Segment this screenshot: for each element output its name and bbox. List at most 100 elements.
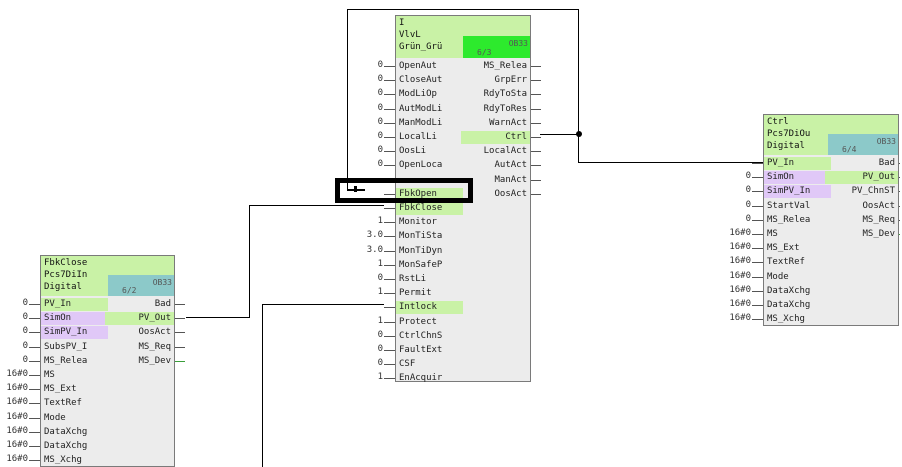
input-pin-ms[interactable]: MS: [41, 369, 108, 382]
input-pin-openaut[interactable]: OpenAut: [396, 60, 463, 73]
input-pin-value[interactable]: 16#0: [718, 298, 751, 311]
input-pin-value[interactable]: 0: [350, 116, 383, 129]
input-pin-mode[interactable]: Mode: [764, 271, 831, 284]
input-pin-value[interactable]: 16#0: [718, 255, 751, 268]
input-pin-mode[interactable]: Mode: [41, 412, 108, 425]
input-pin-value[interactable]: 0: [350, 144, 383, 157]
input-pin-simpv-in[interactable]: SimPV_In: [41, 326, 108, 340]
input-pin-value[interactable]: 16#0: [0, 453, 28, 466]
input-pin-value[interactable]: 0: [350, 272, 383, 285]
output-pin-localact[interactable]: LocalAct: [461, 145, 530, 158]
input-pin-value[interactable]: 0: [0, 325, 28, 338]
input-pin-dataxchg[interactable]: DataXchg: [41, 440, 108, 453]
input-pin-textref[interactable]: TextRef: [764, 256, 831, 269]
input-pin-value[interactable]: 16#0: [718, 312, 751, 325]
input-pin-ms-relea[interactable]: MS_Relea: [41, 355, 108, 368]
input-pin-value[interactable]: 0: [350, 343, 383, 356]
output-pin-pv-out[interactable]: PV_Out: [105, 312, 174, 326]
output-pin-bad[interactable]: Bad: [825, 157, 898, 170]
input-pin-value[interactable]: 0: [350, 357, 383, 370]
input-pin-value[interactable]: 1: [350, 286, 383, 299]
input-pin-simpv-in[interactable]: SimPV_In: [764, 185, 831, 199]
input-pin-value[interactable]: 1: [350, 371, 383, 384]
output-pin-pv-out[interactable]: PV_Out: [825, 171, 898, 185]
input-pin-closeaut[interactable]: CloseAut: [396, 74, 463, 87]
input-pin-value[interactable]: 16#0: [718, 241, 751, 254]
input-pin-rstli[interactable]: RstLi: [396, 273, 463, 286]
input-pin-openloca[interactable]: OpenLoca: [396, 159, 463, 172]
output-pin-autact[interactable]: AutAct: [461, 159, 530, 172]
input-pin-value[interactable]: 1: [350, 215, 383, 228]
input-pin-textref[interactable]: TextRef: [41, 397, 108, 410]
input-pin-pv-in[interactable]: PV_In: [41, 298, 108, 311]
output-pin-oosact[interactable]: OosAct: [825, 200, 898, 213]
input-pin-intlock[interactable]: Intlock: [396, 301, 463, 315]
input-pin-faultext[interactable]: FaultExt: [396, 344, 463, 357]
input-pin-value[interactable]: 0: [718, 184, 751, 197]
output-pin-ms-dev[interactable]: MS_Dev: [825, 228, 898, 241]
block-ctrl[interactable]: Ctrl Pcs7DiOu Digital OB33 6/4 PV_In SimO…: [763, 114, 899, 326]
input-pin-protect[interactable]: Protect: [396, 316, 463, 329]
input-pin-value[interactable]: 1: [350, 315, 383, 328]
input-pin-fbkclose[interactable]: FbkClose: [396, 202, 463, 215]
input-pin-permit[interactable]: Permit: [396, 287, 463, 300]
input-pin-value[interactable]: 3.0: [350, 244, 383, 257]
output-pin-pv-chnst[interactable]: PV_ChnST: [825, 185, 898, 198]
input-pin-ms-ext[interactable]: MS_Ext: [41, 383, 108, 396]
input-pin-value[interactable]: 0: [350, 59, 383, 72]
input-pin-dataxchg[interactable]: DataXchg: [764, 285, 831, 298]
input-pin-value[interactable]: 0: [350, 329, 383, 342]
input-pin-ms-xchg[interactable]: MS_Xchg: [764, 313, 831, 326]
output-pin-ms-relea[interactable]: MS_Relea: [461, 60, 530, 73]
input-pin-value[interactable]: 16#0: [0, 425, 28, 438]
input-pin-value[interactable]: 0: [350, 102, 383, 115]
input-pin-monitor[interactable]: Monitor: [396, 216, 463, 229]
output-pin-oosact[interactable]: OosAct: [105, 326, 174, 339]
input-pin-ms[interactable]: MS: [764, 228, 831, 241]
input-pin-value[interactable]: 16#0: [0, 368, 28, 381]
output-pin-ms-req[interactable]: MS_Req: [825, 214, 898, 227]
input-pin-value[interactable]: 16#0: [0, 382, 28, 395]
input-pin-montidyn[interactable]: MonTiDyn: [396, 245, 463, 258]
input-pin-value[interactable]: 16#0: [718, 284, 751, 297]
input-pin-ctrlchns[interactable]: CtrlChnS: [396, 330, 463, 343]
output-pin-ms-req[interactable]: MS_Req: [105, 341, 174, 354]
block-fbkclose[interactable]: FbkClose Pcs7DiIn Digital OB33 6/2 PV_In…: [40, 255, 175, 467]
input-pin-value[interactable]: 3.0: [350, 229, 383, 242]
input-pin-value[interactable]: 0: [0, 311, 28, 324]
output-pin-rdytosta[interactable]: RdyToSta: [461, 88, 530, 101]
input-pin-value[interactable]: 16#0: [0, 411, 28, 424]
input-pin-ms-xchg[interactable]: MS_Xchg: [41, 454, 108, 467]
input-pin-subspv-i[interactable]: SubsPV_I: [41, 341, 108, 354]
input-pin-value[interactable]: 0: [350, 130, 383, 143]
output-pin-warnact[interactable]: WarnAct: [461, 117, 530, 130]
output-pin-ctrl[interactable]: Ctrl: [461, 131, 530, 144]
input-pin-monsafep[interactable]: MonSafeP: [396, 259, 463, 272]
input-pin-localli[interactable]: LocalLi: [396, 131, 463, 144]
input-pin-dataxchg[interactable]: DataXchg: [41, 426, 108, 439]
input-pin-dataxchg[interactable]: DataXchg: [764, 299, 831, 312]
input-pin-value[interactable]: 0: [350, 87, 383, 100]
input-pin-value[interactable]: 0: [350, 73, 383, 86]
input-pin-value[interactable]: 16#0: [0, 396, 28, 409]
input-pin-montista[interactable]: MonTiSta: [396, 230, 463, 243]
input-pin-value[interactable]: 0: [718, 170, 751, 183]
input-pin-value[interactable]: 1: [350, 258, 383, 271]
input-pin-autmodli[interactable]: AutModLi: [396, 103, 463, 116]
input-pin-value[interactable]: 0: [0, 340, 28, 353]
input-pin-value[interactable]: 16#0: [718, 227, 751, 240]
input-pin-modliop[interactable]: ModLiOp: [396, 88, 463, 101]
input-pin-ms-ext[interactable]: MS_Ext: [764, 242, 831, 255]
input-pin-enacquir[interactable]: EnAcquir: [396, 372, 463, 385]
input-pin-csf[interactable]: CSF: [396, 358, 463, 371]
input-pin-ms-relea[interactable]: MS_Relea: [764, 214, 831, 227]
input-pin-startval[interactable]: StartVal: [764, 200, 831, 213]
input-pin-value[interactable]: 16#0: [0, 439, 28, 452]
input-pin-pv-in[interactable]: PV_In: [764, 157, 831, 170]
output-pin-ms-dev[interactable]: MS_Dev: [105, 355, 174, 368]
input-pin-value[interactable]: 0: [0, 354, 28, 367]
input-pin-value[interactable]: 0: [350, 158, 383, 171]
output-pin-rdytores[interactable]: RdyToRes: [461, 103, 530, 116]
input-pin-value[interactable]: 16#0: [718, 270, 751, 283]
output-pin-bad[interactable]: Bad: [105, 298, 174, 311]
